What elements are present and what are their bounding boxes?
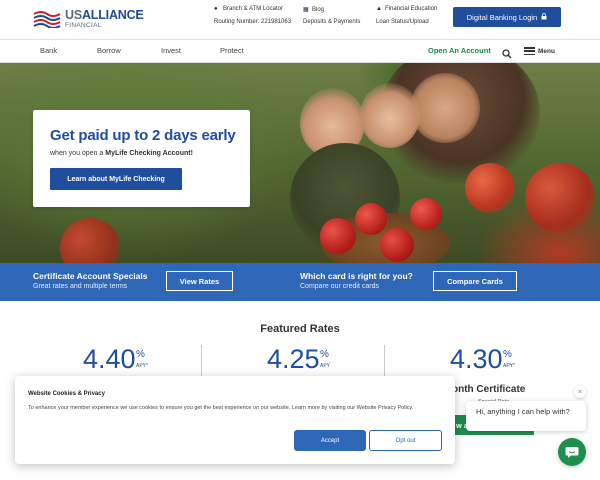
deposits-link[interactable]: Deposits & Payments [303,19,360,25]
rate-item: 4.30 % APY* [450,344,515,374]
top-header: USALLIANCE FINANCIAL ● Branch & ATM Locat… [0,0,600,40]
brand-sub: FINANCIAL [65,21,102,29]
certificate-specials-sub: Great rates and multiple terms [33,283,128,290]
promo-title: Get paid up to 2 days early [50,127,236,144]
brand-name-bold: ALLIANCE [81,8,144,22]
nav-item-invest[interactable]: Invest [161,46,181,55]
adult-face [410,73,480,143]
apple [410,198,442,230]
compare-cards-button[interactable]: Compare Cards [433,271,517,291]
rate-percent: % [136,349,145,360]
rate-apy: APY* [503,363,515,369]
branch-locator-label: Branch & ATM Locator [223,6,283,12]
apple [380,228,414,262]
rate-percent: % [503,349,512,360]
grid-icon: ▦ [303,7,309,13]
promo-sub-bold: MyLife Checking Account! [105,150,193,157]
education-link[interactable]: ▲ Financial Education [376,6,437,12]
lock-icon [541,12,547,22]
apple [525,163,595,233]
graduation-cap-icon: ▲ [376,6,382,12]
nav-item-borrow[interactable]: Borrow [97,46,121,55]
rate-value: 4.40 [83,344,136,374]
rate-divider [384,345,385,380]
apple [60,218,120,263]
apple [465,163,515,213]
open-account-link[interactable]: Open An Account [428,46,491,55]
card-compare-title: Which card is right for you? [300,271,413,281]
routing-number: Routing Number: 221981063 [214,19,291,25]
branch-locator-link[interactable]: ● Branch & ATM Locator [214,6,283,12]
cookie-consent-panel: Website Cookies & Privacy To enhance you… [15,376,455,464]
chat-close-icon[interactable]: × [574,386,586,398]
chat-launcher-button[interactable] [558,438,586,466]
brand-name-light: US [65,8,82,22]
brand-logo[interactable]: USALLIANCE FINANCIAL [33,6,148,32]
digital-banking-label: Digital Banking Login [466,12,538,22]
blog-link[interactable]: ▦ Blog [303,6,324,13]
featured-rates-title: Featured Rates [260,323,340,335]
flag-icon [33,11,61,28]
chat-message-bubble[interactable]: Hi, anything I can help with? [466,401,586,431]
certificate-specials-title: Certificate Account Specials [33,271,148,281]
loan-status-label: Loan Status/Upload [376,19,429,25]
chat-icon [565,446,579,458]
digital-banking-login-button[interactable]: Digital Banking Login [453,7,561,27]
promo-band: Certificate Account Specials Great rates… [0,263,600,301]
rate-value: 4.25 [267,344,320,374]
promo-sub-prefix: when you open a [50,150,106,157]
menu-label: Menu [538,47,555,55]
rate-divider [201,345,202,380]
rate-item: 4.40 % APY* [83,344,148,374]
cookie-accept-button[interactable]: Accept [294,430,366,451]
promo-card: Get paid up to 2 days early when you ope… [33,110,250,207]
rate-value: 4.30 [450,344,503,374]
rate-percent: % [320,349,329,360]
card-compare-sub: Compare our credit cards [300,283,379,290]
cookie-text: To enhance your member experience we use… [28,405,414,411]
hamburger-icon [524,47,535,55]
rate-apy: APY [320,363,331,369]
loan-status-link[interactable]: Loan Status/Upload [376,19,429,25]
education-label: Financial Education [385,6,438,12]
menu-button[interactable]: Menu [524,47,555,55]
view-rates-button[interactable]: View Rates [166,271,233,291]
hero-banner: Get paid up to 2 days early when you ope… [0,63,600,263]
learn-mylife-button[interactable]: Learn about MyLife Checking [50,168,182,190]
child-face-right [360,83,420,148]
nav-item-bank[interactable]: Bank [40,46,57,55]
rate-item: 4.25 % APY [267,344,330,374]
apple [355,203,387,235]
rate-apy: APY* [136,363,148,369]
deposits-label: Deposits & Payments [303,19,361,25]
promo-subtitle: when you open a MyLife Checking Account! [50,150,193,157]
main-nav: Bank Borrow Invest Protect Open An Accou… [0,40,600,63]
apple [320,218,356,254]
routing-label: Routing Number: 221981063 [214,19,292,25]
nav-item-protect[interactable]: Protect [220,46,244,55]
location-pin-icon: ● [214,6,218,12]
blog-label: Blog [312,7,325,13]
cookie-optout-button[interactable]: Opt out [369,430,442,451]
rate-product-label: onth Certificate [452,384,526,395]
cookie-title: Website Cookies & Privacy [28,391,105,397]
search-icon[interactable] [502,46,512,59]
